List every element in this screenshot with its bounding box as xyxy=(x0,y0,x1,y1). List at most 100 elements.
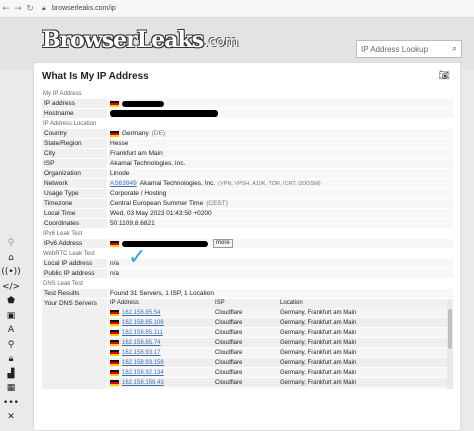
germany-flag-icon xyxy=(110,349,119,356)
local-ip-value: n/a xyxy=(108,259,453,268)
ip-info-table: My IP Address IP address Hostname IP Add… xyxy=(42,89,453,390)
network-label: Network xyxy=(42,179,108,188)
table-row: Public IP address n/a xyxy=(42,269,453,279)
dns-ip-link[interactable]: 162.158.85.106 xyxy=(122,318,164,328)
dns-isp: Cloudflare xyxy=(215,380,243,386)
dns-rows: 162.158.85.54 Cloudflare Germany, Frankfur… xyxy=(108,308,453,388)
map-pin-icon[interactable]: ⚲ xyxy=(2,338,20,353)
table-row: Local Time Wed, 03 May 2023 01:43:50 +02… xyxy=(42,209,453,219)
forward-icon[interactable]: → xyxy=(12,4,24,14)
dns-location: Germany, Frankfurt am Main xyxy=(280,310,357,316)
country-label: Country xyxy=(42,129,108,138)
dns-ip-link[interactable]: 162.158.85.111 xyxy=(122,328,163,338)
logo-text: BrowserLeaks xyxy=(42,27,204,53)
ip-lookup-search[interactable]: IP Address Lookup ⌕ xyxy=(356,40,462,58)
dns-isp: Cloudflare xyxy=(215,360,243,366)
table-row: Your DNS Servers IP Address ISP Location… xyxy=(42,299,453,390)
dns-location: Germany, Frankfurt am Main xyxy=(280,380,357,386)
table-row: Network AS63949 Akamai Technologies, Inc.… xyxy=(42,179,453,189)
germany-flag-icon xyxy=(110,100,119,107)
section-ipv6: IPv6 Leak Test xyxy=(43,231,83,237)
dns-server-row: 162.158.85.54 Cloudflare Germany, Frankfur… xyxy=(108,308,453,318)
germany-flag-icon xyxy=(110,319,119,326)
site-logo[interactable]: BrowserLeaks .com xyxy=(42,26,238,54)
broadcast-icon[interactable]: ((•)) xyxy=(1,265,20,280)
dns-isp: Cloudflare xyxy=(215,370,243,376)
table-row: ISP Akamai Technologies, Inc. xyxy=(42,159,453,169)
code-icon[interactable]: </> xyxy=(2,280,20,295)
state-label: State/Region xyxy=(42,139,108,148)
grid-icon[interactable]: ▦ xyxy=(2,381,20,396)
dns-ip-link[interactable]: 162.158.85.74 xyxy=(122,338,160,348)
isp-value: Akamai Technologies, Inc. xyxy=(108,159,453,168)
state-value: Hesse xyxy=(108,139,453,148)
section-my-ip: My IP Address xyxy=(43,91,82,97)
dns-servers-list[interactable]: IP Address ISP Location 162.158.85.54 Clo… xyxy=(108,299,453,389)
coordinates-label: Coordinates xyxy=(42,219,108,228)
network-tags: (VPN, VPSH, A10K, TOR, ICRT, DDOSM) xyxy=(218,180,321,187)
dns-server-row: 162.158.85.106 Cloudflare Germany, Frankfu… xyxy=(108,318,453,328)
table-row: Timezone Central European Summer Time (CE… xyxy=(42,199,453,209)
font-icon[interactable]: A xyxy=(2,323,20,338)
local-time-value: Wed, 03 May 2023 01:43:50 +0200 xyxy=(108,209,453,218)
dns-server-row: 162.158.85.111 Cloudflare Germany, Frankfu… xyxy=(108,328,453,338)
country-code: (DE) xyxy=(151,129,166,137)
scrollbar-thumb[interactable] xyxy=(448,309,452,349)
search-icon[interactable]: ⌕ xyxy=(452,44,457,54)
lock-icon: 🔒︎ xyxy=(42,4,46,12)
pentagon-icon[interactable]: ⬟ xyxy=(2,294,20,309)
logo-domain: .com xyxy=(204,34,239,50)
dns-location: Germany, Frankfurt am Main xyxy=(280,320,357,326)
dns-isp: Cloudflare xyxy=(215,350,243,356)
timezone-abbr: (CEST) xyxy=(206,199,228,207)
section-webrtc: WebRTC Leak Test xyxy=(43,251,95,257)
germany-flag-icon xyxy=(110,379,119,386)
dns-isp: Cloudflare xyxy=(215,330,243,336)
dns-location: Germany, Frankfurt am Main xyxy=(280,340,357,346)
column-isp: ISP xyxy=(215,300,225,306)
dns-ip-link[interactable]: 162.158.92.134 xyxy=(122,368,164,378)
lock-icon[interactable]: 🔒︎ xyxy=(2,352,20,367)
section-dns: DNS Leak Test xyxy=(43,281,83,287)
reload-icon[interactable]: ↻ xyxy=(24,4,36,14)
back-icon[interactable]: ← xyxy=(0,4,12,14)
dns-ip-link[interactable]: 162.158.159.43 xyxy=(122,378,164,388)
dns-ip-link[interactable]: 162.158.93.158 xyxy=(122,358,164,368)
dns-location: Germany, Frankfurt am Main xyxy=(280,360,357,366)
column-location: Location xyxy=(280,300,303,306)
address-bar[interactable]: 🔒︎ browserleaks.com/ip xyxy=(42,5,116,13)
table-row: Country Germany (DE) xyxy=(42,129,453,139)
search-placeholder: IP Address Lookup xyxy=(361,44,429,54)
asn-link[interactable]: AS63949 xyxy=(110,179,137,188)
dns-scrollbar[interactable] xyxy=(447,299,453,389)
dns-isp: Cloudflare xyxy=(215,310,243,316)
hostname-label: Hostname xyxy=(42,109,108,118)
home-icon[interactable]: ⌂ xyxy=(2,251,20,266)
timezone-label: Timezone xyxy=(42,199,108,208)
dns-isp: Cloudflare xyxy=(215,320,243,326)
more-button[interactable]: more xyxy=(213,239,233,248)
tools-icon[interactable]: ✕ xyxy=(2,410,20,425)
table-row: Coordinates 50.1109,8.6821 xyxy=(42,219,453,229)
image-icon[interactable]: ▣ xyxy=(2,309,20,324)
search-icon[interactable]: ⚲ xyxy=(2,236,20,251)
dns-ip-link[interactable]: 162.158.93.17 xyxy=(122,348,160,358)
timezone-value: Central European Summer Time xyxy=(110,199,204,207)
country-value: Germany xyxy=(122,129,149,137)
redacted-hostname xyxy=(110,110,218,117)
dns-servers-label: Your DNS Servers xyxy=(42,299,108,389)
dns-server-row: 162.158.92.134 Cloudflare Germany, Frankfu… xyxy=(108,368,453,378)
local-ip-label: Local IP address xyxy=(42,259,108,268)
table-row: City Frankfurt am Main xyxy=(42,149,453,159)
more-icon[interactable]: ••• xyxy=(2,396,20,411)
page-title: What Is My IP Address xyxy=(42,71,149,82)
dns-location: Germany, Frankfurt am Main xyxy=(280,350,357,356)
table-row: IP address xyxy=(42,99,453,109)
germany-flag-icon xyxy=(110,240,119,247)
dns-location: Germany, Frankfurt am Main xyxy=(280,330,357,336)
dns-ip-link[interactable]: 162.158.85.54 xyxy=(122,308,160,318)
camera-icon[interactable]: 📷︎ xyxy=(439,71,450,81)
city-label: City xyxy=(42,149,108,158)
dns-server-row: 162.158.93.17 Cloudflare Germany, Frankfur… xyxy=(108,348,453,358)
chart-icon[interactable]: ▟ xyxy=(2,367,20,382)
